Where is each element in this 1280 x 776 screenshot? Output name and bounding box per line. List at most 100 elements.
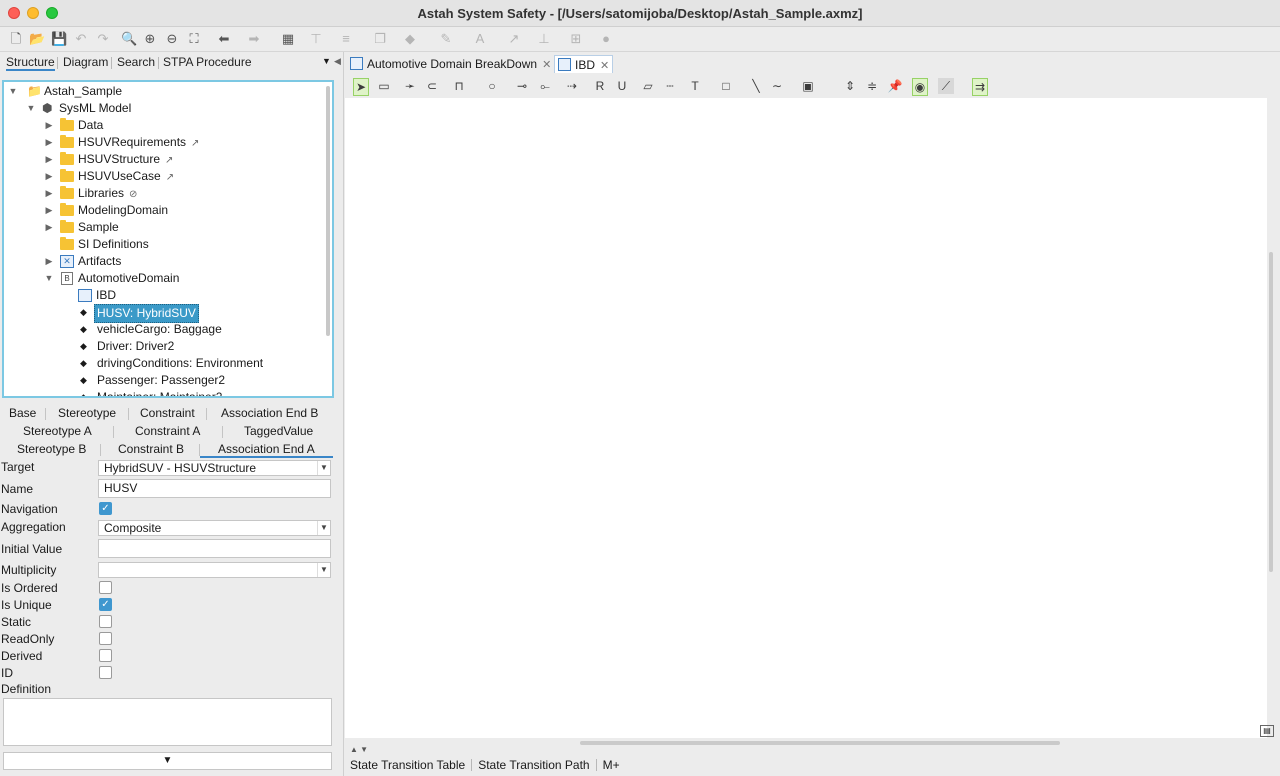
tree-layout-icon[interactable]: ⊥ — [536, 31, 552, 47]
port-icon[interactable]: ⊓ — [451, 78, 467, 94]
line-style-icon[interactable]: ↗ — [506, 31, 522, 47]
expand-arrow-icon[interactable]: ▶ — [44, 134, 54, 151]
navigation-checkbox[interactable]: ✓ — [99, 502, 112, 515]
note-anchor-icon[interactable]: ┄ — [662, 78, 678, 94]
expand-arrow-icon[interactable]: ▼ — [26, 100, 36, 117]
interface-circle-icon[interactable]: ○ — [484, 78, 500, 94]
definition-textarea[interactable] — [3, 698, 332, 746]
text-tool-icon[interactable]: T — [687, 78, 703, 94]
close-icon[interactable]: ✕ — [600, 60, 609, 72]
lollipop-icon[interactable]: ⊸ — [514, 78, 530, 94]
save-icon[interactable]: 💾 — [51, 31, 67, 47]
new-file-icon[interactable]: 🗋 — [8, 31, 24, 47]
fill-color-icon[interactable]: ◆ — [402, 31, 418, 47]
auto-layout-icon[interactable]: ⇉ — [972, 78, 988, 96]
expand-arrow-icon[interactable]: ▶ — [44, 219, 54, 236]
derived-checkbox[interactable] — [99, 649, 112, 662]
close-icon[interactable]: ✕ — [542, 59, 551, 71]
line-tool-icon[interactable]: ╲ — [748, 78, 764, 94]
expand-arrow-icon[interactable]: ▼ — [8, 83, 18, 100]
image-tool-icon[interactable]: ▣ — [800, 78, 816, 94]
line-type-icon[interactable]: ⟋ — [938, 78, 954, 94]
tab-menu-dropdown-icon[interactable]: ▼ — [322, 56, 331, 66]
open-folder-icon[interactable]: 📂 — [29, 31, 45, 47]
tab-constraint[interactable]: Constraint — [140, 406, 195, 420]
is-unique-checkbox[interactable]: ✓ — [99, 598, 112, 611]
expand-arrow-icon[interactable]: ▶ — [44, 168, 54, 185]
tab-search[interactable]: Search — [117, 55, 155, 69]
overview-icon[interactable]: ▤ — [1260, 725, 1274, 737]
scroll-arrows-icon[interactable]: ▲ ▼ — [350, 745, 368, 754]
is-ordered-checkbox[interactable] — [99, 581, 112, 594]
part-tool-icon[interactable]: ▭ — [376, 78, 392, 94]
realization-icon[interactable]: R — [592, 78, 608, 94]
initial-value-input[interactable] — [98, 539, 331, 558]
expand-arrow-icon[interactable]: ▶ — [44, 117, 54, 134]
tab-diagram[interactable]: Diagram — [63, 55, 108, 69]
globe-icon[interactable]: ● — [598, 31, 614, 47]
tab-stpa-procedure[interactable]: STPA Procedure — [163, 55, 252, 69]
id-checkbox[interactable] — [99, 666, 112, 679]
forward-arrow-icon[interactable]: ➡ — [246, 31, 262, 47]
static-checkbox[interactable] — [99, 615, 112, 628]
undo-icon[interactable]: ↶ — [73, 31, 89, 47]
diagram-canvas[interactable] — [345, 98, 1267, 738]
tab-m-plus[interactable]: M+ — [603, 758, 620, 772]
spacing-vertical-icon[interactable]: ⇕ — [842, 78, 858, 94]
tab-state-transition-table[interactable]: State Transition Table — [350, 758, 465, 772]
back-arrow-icon[interactable]: ⬅ — [216, 31, 232, 47]
pin-icon[interactable]: 📌 — [887, 78, 903, 94]
redo-icon[interactable]: ↷ — [95, 31, 111, 47]
flow-port-icon[interactable]: ➛ — [402, 78, 418, 94]
socket-icon[interactable]: ⟜ — [537, 78, 553, 94]
tab-constraint-a[interactable]: Constraint A — [135, 424, 200, 438]
tab-constraint-b[interactable]: Constraint B — [118, 442, 184, 456]
definition-expand-button[interactable]: ▼ — [3, 752, 332, 770]
zoom-in-icon[interactable]: ⊕ — [142, 31, 158, 47]
snap-grid-icon[interactable]: ◉ — [912, 78, 928, 96]
tree-scrollbar[interactable] — [326, 86, 330, 336]
zoom-out-icon[interactable]: ⊖ — [164, 31, 180, 47]
connector-icon[interactable]: ⊂ — [424, 78, 440, 94]
expand-arrow-icon[interactable]: ▶ — [44, 202, 54, 219]
tab-association-end-b[interactable]: Association End B — [221, 406, 318, 420]
spacing-horizontal-icon[interactable]: ≑ — [864, 78, 880, 94]
distribute-icon[interactable]: ≡ — [338, 31, 354, 47]
name-input[interactable]: HUSV — [98, 479, 331, 498]
horizontal-scrollbar[interactable] — [580, 741, 1060, 745]
tab-ibd[interactable]: IBD ✕ — [554, 55, 614, 73]
tab-automotive-domain-breakdown[interactable]: Automotive Domain BreakDown ✕ — [350, 55, 551, 73]
tab-taggedvalue[interactable]: TaggedValue — [244, 424, 313, 438]
multiplicity-select[interactable]: ▼ — [98, 562, 331, 578]
tab-stereotype-b[interactable]: Stereotype B — [17, 442, 86, 456]
layer-icon[interactable]: ❐ — [372, 31, 388, 47]
align-icon[interactable]: ⊤ — [308, 31, 324, 47]
readonly-checkbox[interactable] — [99, 632, 112, 645]
expand-arrow-icon[interactable]: ▶ — [44, 185, 54, 202]
line-color-icon[interactable]: ✎ — [438, 31, 454, 47]
tab-state-transition-path[interactable]: State Transition Path — [478, 758, 589, 772]
layout-icon[interactable]: ⊞ — [568, 31, 584, 47]
tab-association-end-a[interactable]: Association End A — [200, 442, 333, 458]
expand-arrow-icon[interactable]: ▶ — [44, 151, 54, 168]
tab-stereotype[interactable]: Stereotype — [58, 406, 116, 420]
tab-structure[interactable]: Structure — [6, 55, 55, 71]
zoom-fit-icon[interactable]: 🔍 — [121, 31, 137, 47]
expand-arrow-icon[interactable]: ▶ — [44, 253, 54, 270]
fit-window-icon[interactable]: ⛶ — [186, 31, 202, 47]
usage-icon[interactable]: U — [614, 78, 630, 94]
tab-stereotype-a[interactable]: Stereotype A — [23, 424, 92, 438]
aggregation-select[interactable]: Composite ▼ — [98, 520, 331, 536]
tab-base[interactable]: Base — [9, 406, 36, 420]
curve-tool-icon[interactable]: ∼ — [769, 78, 785, 94]
expand-arrow-icon[interactable]: ▼ — [44, 270, 54, 287]
rectangle-tool-icon[interactable]: □ — [718, 78, 734, 94]
dependency-icon[interactable]: ⇢ — [564, 78, 580, 94]
note-icon[interactable]: ▱ — [640, 78, 656, 94]
grid-icon[interactable]: ▦ — [280, 31, 296, 47]
collapse-panel-icon[interactable]: ◀ — [334, 56, 341, 67]
font-color-icon[interactable]: A — [472, 31, 488, 47]
vertical-scrollbar[interactable] — [1269, 252, 1273, 572]
target-select[interactable]: HybridSUV - HSUVStructure ▼ — [98, 460, 331, 476]
select-cursor-icon[interactable]: ➤ — [353, 78, 369, 96]
